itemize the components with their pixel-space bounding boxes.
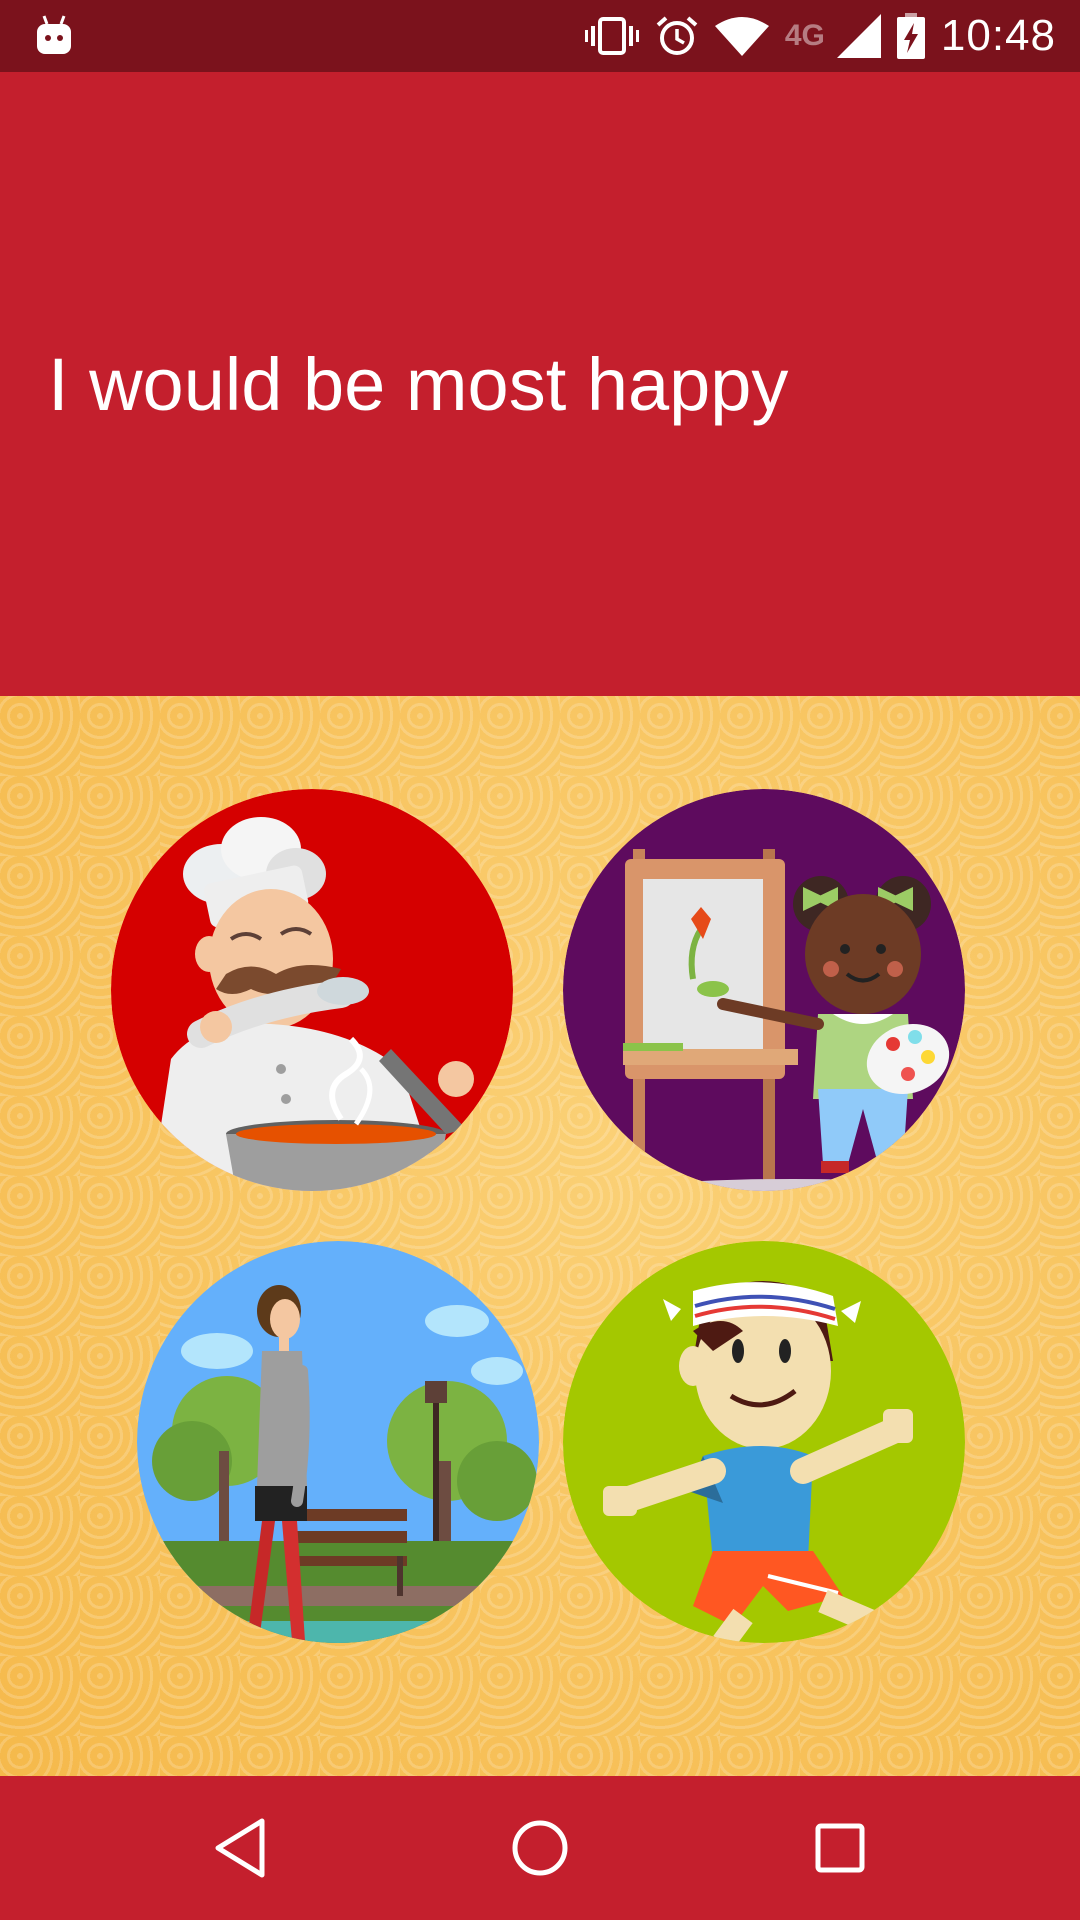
running-option[interactable] [563, 1241, 965, 1643]
back-icon [215, 1818, 265, 1878]
battery-charging-icon [896, 13, 925, 59]
network-type-label: 4G [784, 19, 825, 52]
options-panel [0, 696, 1080, 1776]
back-button[interactable] [200, 1808, 280, 1888]
recent-apps-icon [815, 1823, 865, 1873]
status-clock: 10:48 [940, 11, 1056, 60]
vibrate-icon [584, 16, 639, 56]
question-header: I would be most happy [0, 72, 1080, 696]
boy-running-illustration [563, 1241, 965, 1643]
android-notification-icon [34, 12, 74, 58]
alarm-icon [655, 14, 699, 58]
walking-option[interactable] [137, 1241, 539, 1643]
home-icon [512, 1820, 568, 1876]
signal-icon [836, 14, 881, 58]
woman-walking-park-illustration [137, 1241, 539, 1643]
status-bar: 4G 10:48 [0, 0, 1080, 72]
page-title: I would be most happy [48, 343, 789, 426]
navigation-bar [0, 1776, 1080, 1920]
cooking-option[interactable] [111, 789, 513, 1191]
painting-option[interactable] [563, 789, 965, 1191]
recent-apps-button[interactable] [800, 1808, 880, 1888]
girl-painting-illustration [563, 789, 965, 1191]
chef-cooking-illustration [111, 789, 513, 1191]
wifi-icon [714, 16, 769, 56]
home-button[interactable] [500, 1808, 580, 1888]
